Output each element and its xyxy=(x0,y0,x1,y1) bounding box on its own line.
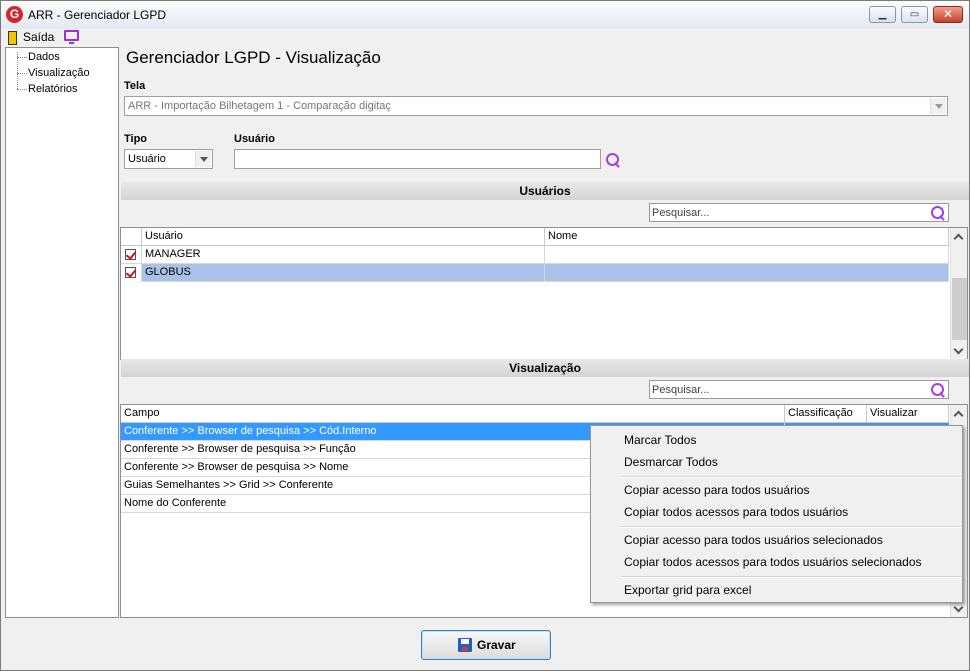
grid-header-classificacao[interactable]: Classificação xyxy=(785,405,867,423)
visualizacao-section-header: Visualização xyxy=(121,359,969,377)
maximize-button[interactable]: ▭ xyxy=(901,6,928,23)
usuarios-section-header: Usuários xyxy=(121,182,969,200)
visualizacao-search-box xyxy=(649,380,949,399)
search-icon[interactable] xyxy=(930,205,946,221)
tree-item-visualizacao[interactable]: Visualização xyxy=(28,67,90,79)
tela-select[interactable]: ARR - Importação Bilhetagem 1 - Comparaç… xyxy=(124,96,948,116)
usuario-cell: GLOBUS xyxy=(142,264,545,282)
nome-cell xyxy=(545,246,949,264)
usuario-label: Usuário xyxy=(234,133,275,145)
tipo-select[interactable]: Usuário xyxy=(124,149,213,169)
menu-item-exportar-excel[interactable]: Exportar grid para excel xyxy=(624,583,751,597)
grid-header-usuario[interactable]: Usuário xyxy=(142,228,545,246)
visualizacao-search-input[interactable] xyxy=(652,382,922,397)
window-title: ARR - Gerenciador LGPD xyxy=(28,8,167,22)
save-button-label: Gravar xyxy=(477,638,516,652)
scroll-thumb[interactable] xyxy=(952,278,967,340)
usuario-cell: MANAGER xyxy=(142,246,545,264)
row-check-cell xyxy=(121,264,142,282)
monitor-icon[interactable] xyxy=(64,30,79,44)
table-row[interactable]: GLOBUS xyxy=(121,264,949,282)
chevron-down-icon[interactable] xyxy=(930,98,946,114)
scroll-up-icon[interactable] xyxy=(951,405,968,422)
menu-item-marcar-todos[interactable]: Marcar Todos xyxy=(624,433,696,447)
close-button[interactable]: ✕ xyxy=(933,6,963,23)
menu-item-copiar-todos-acessos-selecionados[interactable]: Copiar todos acessos para todos usuários… xyxy=(624,555,922,569)
usuarios-scrollbar[interactable] xyxy=(950,228,967,359)
menu-item-copiar-acesso-selecionados[interactable]: Copiar acesso para todos usuários seleci… xyxy=(624,533,883,547)
table-row[interactable]: MANAGER xyxy=(121,246,949,264)
chevron-down-icon[interactable] xyxy=(195,151,211,167)
save-button[interactable]: Gravar xyxy=(421,630,551,660)
row-checkbox[interactable] xyxy=(125,267,136,278)
tela-select-value: ARR - Importação Bilhetagem 1 - Comparaç… xyxy=(128,100,391,112)
tipo-label: Tipo xyxy=(124,133,148,145)
menu-separator xyxy=(621,526,961,528)
menu-separator xyxy=(621,476,961,478)
exit-button[interactable]: Saída xyxy=(23,30,54,44)
menu-item-desmarcar-todos[interactable]: Desmarcar Todos xyxy=(624,455,718,469)
menu-item-copiar-acesso-todos[interactable]: Copiar acesso para todos usuários xyxy=(624,483,809,497)
maximize-icon: ▭ xyxy=(909,9,920,20)
row-check-cell xyxy=(121,246,142,264)
grid-header-campo[interactable]: Campo xyxy=(121,405,785,423)
tree-item-relatorios[interactable]: Relatórios xyxy=(28,83,78,95)
main-window: G ARR - Gerenciador LGPD ▁ ▭ ✕ Saída Dad… xyxy=(0,0,970,671)
title-bar[interactable]: G ARR - Gerenciador LGPD ▁ ▭ ✕ xyxy=(1,1,969,29)
page-title: Gerenciador LGPD - Visualização xyxy=(126,48,381,67)
menu-separator xyxy=(621,576,961,578)
exit-door-icon[interactable] xyxy=(8,31,17,45)
usuario-input[interactable] xyxy=(234,149,601,169)
usuarios-grid: Usuário Nome MANAGER GLOBUS xyxy=(120,227,968,360)
minimize-button[interactable]: ▁ xyxy=(869,6,896,23)
tree-connector xyxy=(17,73,27,74)
row-checkbox[interactable] xyxy=(125,249,136,260)
grid-header-visualizar[interactable]: Visualizar xyxy=(867,405,949,423)
grid-header-check xyxy=(121,228,142,246)
close-icon: ✕ xyxy=(942,7,954,21)
search-icon[interactable] xyxy=(930,382,946,398)
navigation-tree: Dados Visualização Relatórios xyxy=(5,47,119,618)
app-logo-icon: G xyxy=(6,6,23,23)
minimize-icon: ▁ xyxy=(878,9,887,20)
floppy-disk-icon xyxy=(458,638,472,652)
scroll-up-icon[interactable] xyxy=(951,228,968,245)
usuarios-search-input[interactable] xyxy=(652,205,922,220)
toolbar: Saída xyxy=(3,29,969,47)
context-menu: Marcar Todos Desmarcar Todos Copiar aces… xyxy=(590,425,963,603)
grid-header-nome[interactable]: Nome xyxy=(545,228,949,246)
tree-connector xyxy=(17,89,27,90)
search-icon[interactable] xyxy=(605,152,621,168)
tree-item-dados[interactable]: Dados xyxy=(28,51,60,63)
menu-item-copiar-todos-acessos-todos[interactable]: Copiar todos acessos para todos usuários xyxy=(624,505,848,519)
tree-connector xyxy=(17,57,27,58)
tipo-select-value: Usuário xyxy=(128,153,166,165)
usuarios-search-box xyxy=(649,203,949,222)
nome-cell xyxy=(545,264,949,282)
tela-label: Tela xyxy=(124,80,146,92)
scroll-down-icon[interactable] xyxy=(951,342,968,359)
